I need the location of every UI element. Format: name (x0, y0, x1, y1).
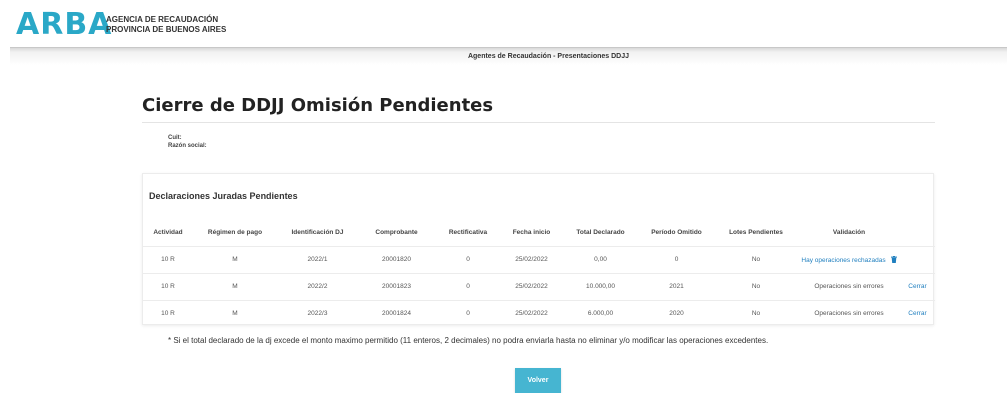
cell-fecha-inicio: 25/02/2022 (501, 272, 562, 300)
cell-validacion: Operaciones sin errores (798, 272, 900, 300)
cell-actividad: 10 R (143, 272, 193, 300)
cell-fecha-inicio: 25/02/2022 (501, 245, 562, 273)
col-header-actividad: Actividad (153, 228, 183, 236)
col-header-regimen: Régimen de pago (207, 228, 263, 236)
cell-periodo-omitido: 2020 (639, 299, 714, 327)
close-declaration-link[interactable]: Cerrar (908, 283, 926, 290)
back-button[interactable]: Volver (515, 368, 561, 393)
cell-comprobante: 20001820 (358, 245, 435, 273)
agency-line-1: AGENCIA DE RECAUDACIÓN (106, 15, 219, 24)
section-bar: Agentes de Recaudación - Presentaciones … (10, 47, 1007, 65)
app-header: ARBA AGENCIA DE RECAUDACIÓN PROVINCIA DE… (0, 0, 1007, 48)
cell-validacion: Hay operaciones rechazadas (798, 245, 900, 273)
cell-comprobante: 20001823 (358, 272, 435, 300)
rejected-operations-link[interactable]: Hay operaciones rechazadas (801, 257, 885, 264)
cell-actividad: 10 R (143, 245, 193, 273)
cell-regimen: M (193, 272, 277, 300)
cell-periodo-omitido: 2021 (639, 272, 714, 300)
col-header-fecha-inicio: Fecha inicio (512, 228, 551, 236)
cell-total-declarado: 0,00 (562, 245, 639, 273)
taxpayer-info: Cuit: Razón social: (168, 134, 207, 150)
declarations-table: Actividad Régimen de pago Identificación… (143, 219, 935, 327)
cell-lotes-pendientes: No (714, 272, 798, 300)
cell-lotes-pendientes: No (714, 245, 798, 273)
col-header-comprobante: Comprobante (375, 228, 418, 236)
col-header-identificacion: Identificación DJ (291, 228, 344, 236)
col-header-total-declarado: Total Declarado (576, 228, 625, 236)
title-divider (142, 122, 935, 123)
cell-identificacion: 2022/3 (277, 299, 358, 327)
agency-line-2: PROVINCIA DE BUENOS AIRES (106, 25, 227, 34)
cell-rectificativa: 0 (435, 299, 501, 327)
cell-rectificativa: 0 (435, 272, 501, 300)
cell-regimen: M (193, 299, 277, 327)
cell-fecha-inicio: 25/02/2022 (501, 299, 562, 327)
col-header-lotes-pendientes: Lotes Pendientes (729, 228, 783, 236)
close-declaration-link[interactable]: Cerrar (908, 310, 926, 317)
cell-action (900, 245, 935, 273)
cell-lotes-pendientes: No (714, 299, 798, 327)
cell-action: Cerrar (900, 299, 935, 327)
cell-validacion: Operaciones sin errores (798, 299, 900, 327)
razon-social-label: Razón social: (168, 143, 207, 149)
cell-regimen: M (193, 245, 277, 273)
col-header-validacion: Validación (832, 228, 866, 236)
table-row: 10 R M 2022/2 20001823 0 25/02/2022 10.0… (143, 272, 935, 300)
col-header-periodo-omitido: Período Omitido (651, 228, 702, 236)
footnote: * Si el total declarado de la dj excede … (168, 336, 769, 345)
section-title: Agentes de Recaudación - Presentaciones … (467, 53, 630, 60)
panel-title: Declaraciones Juradas Pendientes (149, 191, 298, 201)
trash-icon[interactable] (890, 255, 897, 263)
cell-action: Cerrar (900, 272, 935, 300)
arba-logo: ARBA (16, 7, 113, 42)
cell-actividad: 10 R (143, 299, 193, 327)
table-row: 10 R M 2022/3 20001824 0 25/02/2022 6.00… (143, 299, 935, 327)
agency-name: AGENCIA DE RECAUDACIÓN PROVINCIA DE BUEN… (106, 15, 226, 35)
cell-comprobante: 20001824 (358, 299, 435, 327)
table-row: 10 R M 2022/1 20001820 0 25/02/2022 0,00… (143, 245, 935, 273)
page-title: Cierre de DDJJ Omisión Pendientes (142, 95, 494, 116)
col-header-rectificativa: Rectificativa (448, 228, 488, 236)
cell-identificacion: 2022/1 (277, 245, 358, 273)
pending-declarations-panel: Declaraciones Juradas Pendientes Activid… (142, 173, 935, 327)
cell-identificacion: 2022/2 (277, 272, 358, 300)
cell-periodo-omitido: 0 (639, 245, 714, 273)
cell-total-declarado: 6.000,00 (562, 299, 639, 327)
cuit-label: Cuit: (168, 135, 182, 141)
cell-total-declarado: 10.000,00 (562, 272, 639, 300)
cell-rectificativa: 0 (435, 245, 501, 273)
table-header-row: Actividad Régimen de pago Identificación… (143, 219, 935, 246)
col-header-action (900, 219, 935, 246)
